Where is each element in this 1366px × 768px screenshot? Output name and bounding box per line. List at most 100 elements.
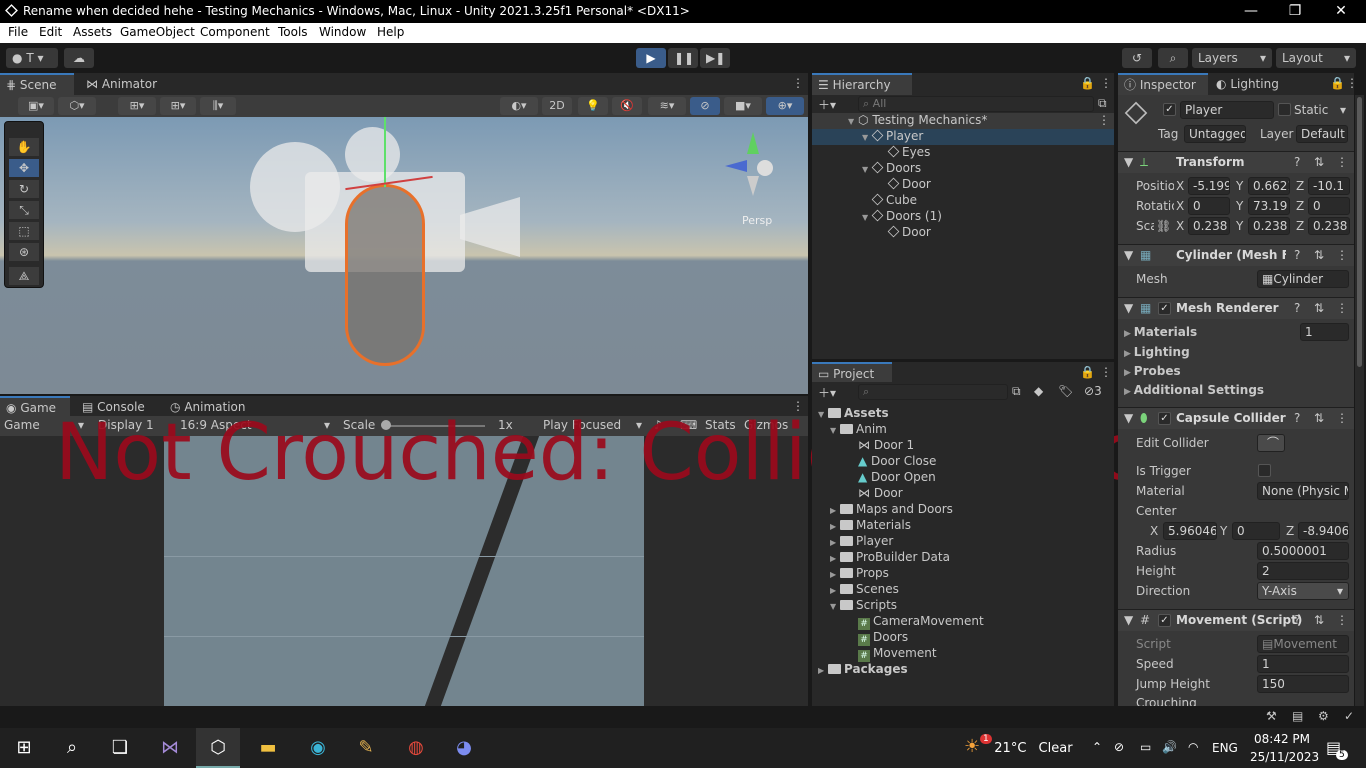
constrain-link-icon[interactable]: ⛓ — [1156, 219, 1171, 233]
lock-icon[interactable]: 🔒 — [1330, 76, 1345, 90]
physic-material-field[interactable]: None (Physic Material) — [1257, 482, 1349, 500]
tab-inspector[interactable]: ⓘ Inspector — [1118, 73, 1208, 95]
add-object-button[interactable]: ＋▾ — [818, 96, 836, 113]
visual-studio-icon[interactable]: ⋈ — [148, 728, 192, 768]
panel-menu-icon[interactable]: ⋮ — [1100, 76, 1112, 90]
volume-icon[interactable]: 🔊 — [1162, 740, 1177, 754]
project-script[interactable]: # Doors — [858, 630, 908, 646]
tab-hierarchy[interactable]: ☰ Hierarchy — [812, 73, 912, 95]
audio-toggle-icon[interactable]: 🔇 — [612, 97, 642, 115]
effects-button[interactable]: ≋▾ — [648, 97, 686, 115]
project-search-input[interactable]: ⌕ — [858, 384, 1008, 400]
shading-button[interactable]: ⬡▾ — [58, 97, 96, 115]
grid-button[interactable]: ⊞▾ — [160, 97, 196, 115]
hierarchy-item-eyes[interactable]: Eyes — [887, 145, 930, 159]
render-mode-button[interactable]: ◐▾ — [500, 97, 538, 115]
account-dropdown[interactable]: ● T ▾ — [6, 48, 58, 68]
mesh-renderer-enabled-checkbox[interactable]: ✓ — [1158, 302, 1171, 315]
center-z-input[interactable]: -8.940697 — [1298, 522, 1349, 540]
project-folder[interactable]: ▶ Player — [830, 534, 893, 548]
project-packages[interactable]: ▶ Packages — [818, 662, 908, 676]
axis-gizmo[interactable] — [725, 132, 780, 212]
hand-tool-icon[interactable]: ✋ — [9, 138, 39, 156]
mesh-field[interactable]: ▦Cylinder — [1257, 270, 1349, 288]
debug-icon[interactable]: ⚒ — [1266, 709, 1277, 723]
rotation-z-input[interactable]: 0 — [1308, 197, 1350, 215]
hierarchy-item-door[interactable]: Door — [887, 177, 931, 191]
preset-icon[interactable]: ⇅ — [1314, 613, 1324, 627]
custom-tool-icon[interactable]: ⟁ — [9, 267, 39, 285]
component-menu-icon[interactable]: ⋮ — [1336, 248, 1348, 262]
pause-button[interactable]: ❚❚ — [668, 48, 698, 68]
tab-project[interactable]: ▭ Project — [812, 362, 892, 384]
project-script[interactable]: # Movement — [858, 646, 937, 662]
help-icon[interactable]: ? — [1294, 411, 1300, 425]
speed-input[interactable]: 1 — [1257, 655, 1349, 673]
hierarchy-item-doors-1[interactable]: ▼ Doors (1) — [862, 209, 942, 223]
component-menu-icon[interactable]: ⋮ — [1336, 613, 1348, 627]
probes-foldout[interactable]: ▶ Probes — [1124, 364, 1181, 378]
hierarchy-item-doors[interactable]: ▼ Doors — [862, 161, 921, 175]
2d-toggle-button[interactable]: 2D — [542, 97, 572, 115]
gameobject-name-input[interactable]: Player — [1180, 101, 1274, 119]
label-icon[interactable]: 🏷 — [1058, 384, 1073, 398]
center-y-input[interactable]: 0 — [1232, 522, 1280, 540]
jump-height-input[interactable]: 150 — [1257, 675, 1349, 693]
mesh-filter-header[interactable]: ▼ ▦ Cylinder (Mesh Filter) ? ⇅ ⋮ — [1118, 244, 1354, 266]
search-button[interactable]: ⌕ — [1158, 48, 1188, 68]
file-explorer-icon[interactable]: ▬ — [246, 728, 290, 768]
menu-window[interactable]: Window — [319, 25, 366, 39]
selected-row[interactable] — [812, 129, 1114, 145]
lighting-toggle-icon[interactable]: 💡 — [578, 97, 608, 115]
project-folder[interactable]: ▶ Scenes — [830, 582, 899, 596]
materials-foldout[interactable]: ▶ Materials — [1124, 325, 1197, 339]
radius-input[interactable]: 0.5000001 — [1257, 542, 1349, 560]
maximize-button[interactable]: ❐ — [1272, 0, 1318, 23]
script-enabled-checkbox[interactable]: ✓ — [1158, 614, 1171, 627]
help-icon[interactable]: ? — [1294, 301, 1300, 315]
clock-time[interactable]: 08:42 PM — [1254, 732, 1310, 746]
tray-overflow-icon[interactable]: ⌃ — [1092, 740, 1102, 754]
center-x-input[interactable]: 5.960468 — [1163, 522, 1217, 540]
direction-dropdown[interactable]: Y-Axis ▾ — [1257, 582, 1349, 600]
mesh-renderer-header[interactable]: ▼ ▦ ✓ Mesh Renderer ? ⇅ ⋮ — [1118, 297, 1354, 319]
tray-app-icon[interactable]: ⊘ — [1114, 740, 1124, 754]
create-asset-button[interactable]: ＋▾ — [818, 384, 836, 401]
component-menu-icon[interactable]: ⋮ — [1336, 301, 1348, 315]
language-indicator[interactable]: ENG — [1212, 741, 1238, 755]
player-capsule[interactable] — [345, 184, 425, 366]
tag-dropdown[interactable]: Untagged — [1184, 125, 1246, 143]
project-folder[interactable]: ▶ ProBuilder Data — [830, 550, 950, 564]
hidden-count-icon[interactable]: ⊘3 — [1084, 384, 1102, 398]
project-folder[interactable]: ▶ Materials — [830, 518, 911, 532]
edit-collider-button[interactable]: ⌒ — [1257, 434, 1285, 452]
project-anim-item[interactable]: ▲ Door Open — [858, 470, 936, 484]
search-options-icon[interactable]: ⧉ — [1098, 96, 1107, 111]
persp-label[interactable]: Persp — [742, 214, 772, 227]
scale-y-input[interactable]: 0.238 — [1248, 217, 1290, 235]
weather-widget[interactable]: ☀ 1 21°C Clear — [964, 734, 1073, 760]
additional-settings-foldout[interactable]: ▶ Additional Settings — [1124, 383, 1264, 397]
preset-icon[interactable]: ⇅ — [1314, 301, 1324, 315]
minimize-button[interactable]: — — [1228, 0, 1274, 23]
close-button[interactable]: ✕ — [1318, 0, 1364, 23]
menu-help[interactable]: Help — [377, 25, 404, 39]
help-icon[interactable]: ? — [1294, 613, 1300, 627]
project-folder[interactable]: ▶ Props — [830, 566, 889, 580]
layer-dropdown[interactable]: Default — [1296, 125, 1348, 143]
unity-app-icon[interactable]: ⬡ — [196, 728, 240, 768]
rect-tool-icon[interactable]: ⬚ — [9, 222, 39, 240]
transform-header[interactable]: ▼ ⟂ Transform ? ⇅ ⋮ — [1118, 151, 1354, 173]
help-icon[interactable]: ? — [1294, 155, 1300, 169]
lock-icon[interactable]: 🔒 — [1080, 365, 1095, 379]
layout-dropdown[interactable]: Layout ▾ — [1276, 48, 1356, 68]
gizmos-toggle-button[interactable]: ⊕▾ — [766, 97, 804, 115]
cloud-button[interactable]: ☁ — [64, 48, 94, 68]
project-script[interactable]: # CameraMovement — [858, 614, 984, 630]
cache-icon[interactable]: ▤ — [1292, 709, 1303, 723]
edge-browser-icon[interactable]: ◉ — [296, 728, 340, 768]
game-view-dropdown[interactable]: Game — [4, 418, 40, 432]
lighting-foldout[interactable]: ▶ Lighting — [1124, 345, 1190, 359]
chrome-icon[interactable]: ◍ — [394, 728, 438, 768]
rotation-y-input[interactable]: 73.19 — [1248, 197, 1290, 215]
